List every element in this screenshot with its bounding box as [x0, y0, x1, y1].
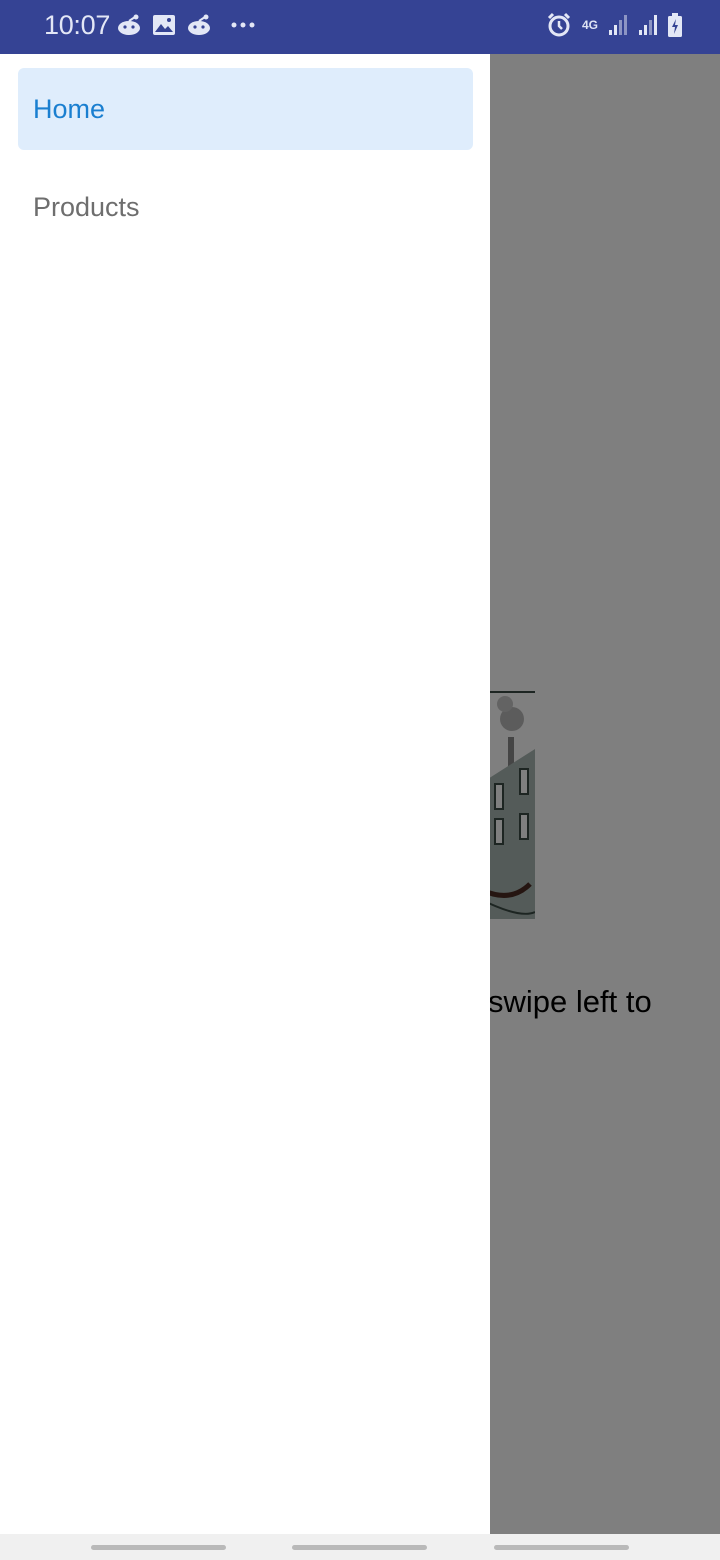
drawer-item-home[interactable]: Home	[18, 68, 473, 150]
reddit-icon	[116, 13, 142, 37]
notification-icons	[116, 13, 256, 37]
drawer-item-products[interactable]: Products	[18, 166, 473, 248]
recents-gesture-handle[interactable]	[91, 1545, 226, 1550]
navigation-drawer: Home Products	[0, 54, 490, 1534]
signal-icon	[638, 14, 658, 36]
system-icons: 4G	[546, 12, 682, 38]
home-gesture-handle[interactable]	[292, 1545, 427, 1550]
battery-charging-icon	[668, 13, 682, 37]
network-type-label: 4G	[581, 18, 598, 32]
status-time: 10:07	[44, 10, 111, 40]
reddit-icon	[186, 13, 212, 37]
drawer-item-label: Products	[33, 191, 140, 222]
back-gesture-handle[interactable]	[494, 1545, 629, 1550]
system-nav-bar	[0, 1534, 720, 1560]
status-bar: 10:07 4G	[0, 0, 720, 54]
signal-icon	[608, 14, 628, 36]
alarm-icon	[546, 12, 572, 38]
more-dots-icon	[230, 21, 256, 29]
image-icon	[152, 14, 176, 36]
drawer-item-label: Home	[33, 93, 106, 124]
